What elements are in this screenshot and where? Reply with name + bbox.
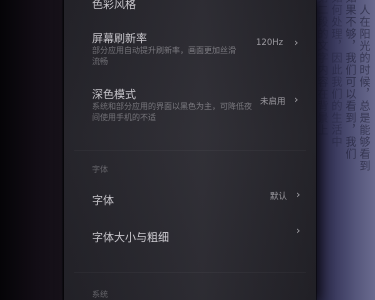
paper-text-column: 第二段的文字内容在背景上 bbox=[316, 0, 329, 136]
setting-value: 未启用 bbox=[260, 97, 286, 107]
section-header-font: 字体 bbox=[92, 165, 108, 174]
setting-description: 系统和部分应用的界面以黑色为主，可降低夜间使用手机的不适 bbox=[92, 102, 252, 122]
setting-title: 色彩风格 bbox=[92, 0, 136, 11]
phone-bezel bbox=[0, 0, 62, 300]
setting-dark-mode[interactable]: 深色模式 系统和部分应用的界面以黑色为主，可降低夜间使用手机的不适 未启用 › bbox=[64, 82, 316, 132]
setting-refresh-rate[interactable]: 屏幕刷新率 部分应用自动提升刷新率，画面更加丝滑流畅 120Hz › bbox=[64, 26, 316, 76]
chevron-right-icon: › bbox=[294, 36, 299, 49]
chevron-right-icon: › bbox=[296, 224, 301, 237]
setting-value: 默认 bbox=[270, 192, 288, 202]
setting-description: 部分应用自动提升刷新率，画面更加丝滑流畅 bbox=[92, 46, 236, 66]
section-divider bbox=[74, 150, 306, 151]
phone-screen: 色彩风格 屏幕刷新率 部分应用自动提升刷新率，画面更加丝滑流畅 120Hz › … bbox=[64, 0, 316, 300]
setting-title: 字体 bbox=[92, 194, 114, 207]
chevron-right-icon: › bbox=[296, 188, 301, 201]
setting-font-size[interactable]: 字体大小与粗细 › bbox=[64, 222, 316, 250]
setting-title: 深色模式 bbox=[92, 88, 136, 101]
section-divider bbox=[74, 272, 306, 273]
setting-title: 字体大小与粗细 bbox=[92, 231, 169, 244]
background-paper: 一人在阳光的时候，总是能够看到 如果不够，我们可以看到，我们 如何处理，因此我们… bbox=[313, 0, 375, 300]
photo-scene: 一人在阳光的时候，总是能够看到 如果不够，我们可以看到，我们 如何处理，因此我们… bbox=[0, 0, 375, 300]
setting-font[interactable]: 字体 默认 › bbox=[64, 184, 316, 212]
chevron-right-icon: › bbox=[294, 93, 299, 106]
paper-text-column: 一人在阳光的时候，总是能够看到 bbox=[358, 0, 371, 172]
section-header-system: 系统 bbox=[92, 290, 108, 299]
paper-text-column: 如何处理，因此我们的生活中 bbox=[330, 0, 343, 148]
setting-color-style[interactable]: 色彩风格 bbox=[64, 0, 316, 22]
setting-title: 屏幕刷新率 bbox=[92, 32, 147, 45]
setting-value: 120Hz bbox=[256, 38, 284, 48]
paper-text-column: 如果不够，我们可以看到，我们 bbox=[344, 0, 357, 160]
